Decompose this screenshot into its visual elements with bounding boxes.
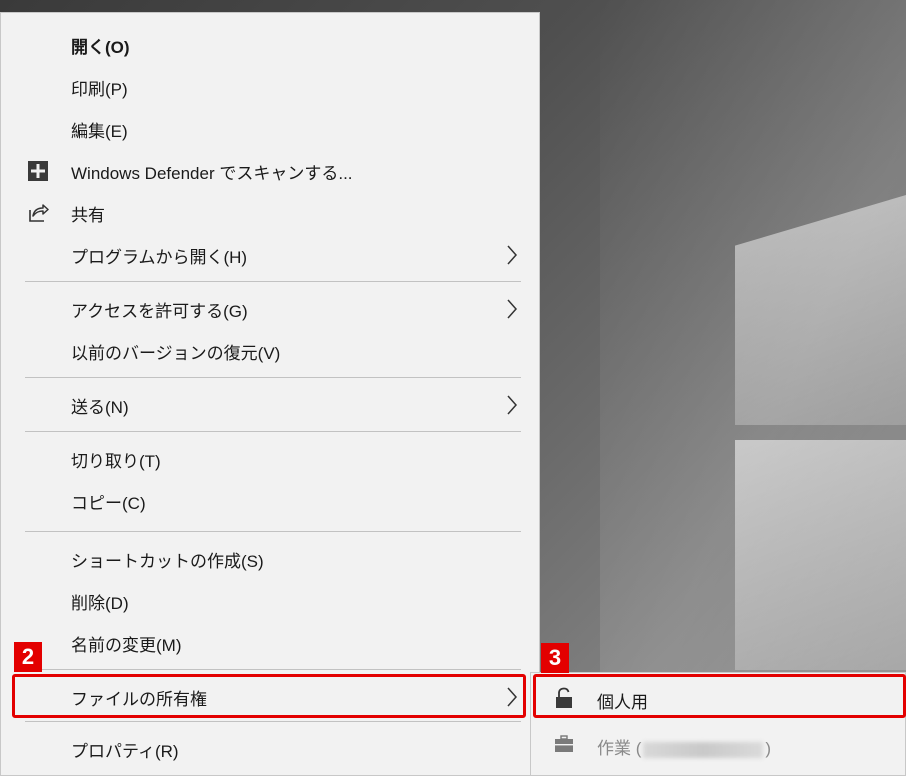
menu-item-delete[interactable]: 削除(D)	[1, 581, 541, 621]
chevron-right-icon	[507, 395, 518, 415]
menu-item-rename[interactable]: 名前の変更(M)	[1, 623, 541, 663]
menu-separator	[25, 669, 521, 670]
menu-item-label: 開く(O)	[71, 37, 130, 57]
menu-item-send-to[interactable]: 送る(N)	[1, 385, 541, 425]
submenu-item-work[interactable]: 作業 ()	[531, 725, 906, 763]
menu-item-share[interactable]: 共有	[1, 193, 541, 233]
menu-item-label: プロパティ(R)	[71, 741, 179, 761]
callout-badge-step-3: 3	[541, 643, 569, 673]
wallpaper-window-pane-bottom	[735, 440, 906, 670]
context-menu: 開く(O) 印刷(P) 編集(E) Windows Defender でスキャン…	[0, 12, 540, 776]
menu-item-label: 切り取り(T)	[71, 451, 161, 471]
menu-item-label: 編集(E)	[71, 121, 128, 141]
menu-item-open-with[interactable]: プログラムから開く(H)	[1, 235, 541, 275]
menu-item-label: ショートカットの作成(S)	[71, 551, 264, 571]
menu-item-cut[interactable]: 切り取り(T)	[1, 439, 541, 479]
redacted-text	[643, 741, 764, 758]
menu-item-label: アクセスを許可する(G)	[71, 301, 248, 321]
menu-item-label: 削除(D)	[71, 593, 129, 613]
menu-separator	[25, 721, 521, 722]
callout-highlight-file-ownership	[12, 674, 526, 718]
callout-highlight-personal	[533, 674, 906, 718]
menu-item-label: プログラムから開く(H)	[71, 247, 248, 267]
share-icon	[29, 204, 49, 222]
briefcase-icon	[555, 735, 573, 752]
menu-item-create-shortcut[interactable]: ショートカットの作成(S)	[1, 539, 541, 579]
menu-item-open[interactable]: 開く(O)	[1, 25, 541, 65]
submenu-item-label: 作業 ()	[597, 734, 771, 759]
menu-item-label: Windows Defender でスキャンする...	[71, 163, 353, 183]
menu-item-print[interactable]: 印刷(P)	[1, 67, 541, 107]
menu-item-label: 以前のバージョンの復元(V)	[71, 343, 281, 363]
submenu-item-label-suffix: )	[765, 739, 772, 758]
chevron-right-icon	[507, 245, 518, 265]
menu-separator	[25, 531, 521, 532]
callout-badge-step-2: 2	[14, 642, 42, 672]
menu-item-restore-previous-versions[interactable]: 以前のバージョンの復元(V)	[1, 331, 541, 371]
menu-item-label: 共有	[71, 205, 105, 225]
menu-item-label: 送る(N)	[71, 397, 129, 417]
menu-item-label: 印刷(P)	[71, 79, 128, 99]
menu-separator	[25, 377, 521, 378]
menu-item-label: コピー(C)	[71, 493, 146, 513]
menu-item-windows-defender-scan[interactable]: Windows Defender でスキャンする...	[1, 151, 541, 191]
menu-separator	[25, 281, 521, 282]
menu-item-give-access[interactable]: アクセスを許可する(G)	[1, 289, 541, 329]
menu-item-properties[interactable]: プロパティ(R)	[1, 729, 541, 769]
menu-item-edit[interactable]: 編集(E)	[1, 109, 541, 149]
menu-item-copy[interactable]: コピー(C)	[1, 481, 541, 521]
menu-separator	[25, 431, 521, 432]
chevron-right-icon	[507, 299, 518, 319]
windows-defender-shield-icon	[28, 161, 48, 181]
menu-item-label: 名前の変更(M)	[71, 635, 182, 655]
submenu-item-label-prefix: 作業 (	[597, 739, 642, 758]
